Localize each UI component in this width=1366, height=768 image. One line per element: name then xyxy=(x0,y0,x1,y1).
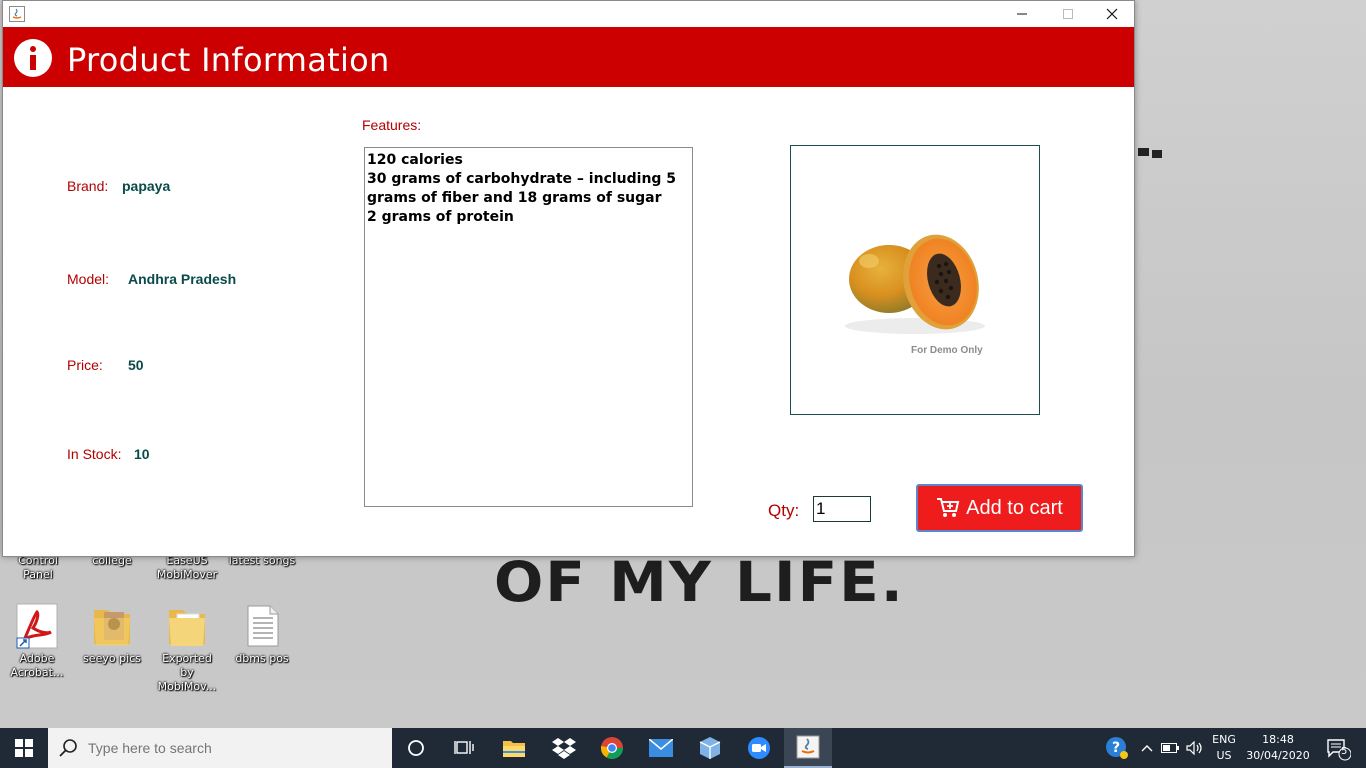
java-app-button[interactable] xyxy=(784,728,832,768)
video-icon xyxy=(748,737,770,759)
features-textarea[interactable]: 120 calories 30 grams of carbohydrate – … xyxy=(364,147,693,507)
desktop-icon-label: Exported by MobiMov... xyxy=(157,652,217,693)
java-icon xyxy=(796,735,820,759)
text-file-icon xyxy=(238,602,286,650)
page-title: Product Information xyxy=(67,41,390,79)
qty-input[interactable] xyxy=(813,496,871,522)
price-label: Price: xyxy=(67,357,103,373)
stock-value: 10 xyxy=(134,446,150,462)
notification-count: 5 xyxy=(1341,746,1348,757)
chrome-button[interactable] xyxy=(588,728,636,768)
header-banner: Product Information xyxy=(3,27,1134,87)
language-indicator[interactable]: ENG US xyxy=(1208,732,1240,764)
virtualbox-button[interactable] xyxy=(686,728,734,768)
maximize-icon xyxy=(1063,9,1073,19)
windows-icon xyxy=(15,739,33,757)
close-icon xyxy=(1106,8,1118,20)
search-input[interactable] xyxy=(88,740,368,756)
model-label: Model: xyxy=(67,271,110,287)
features-label: Features: xyxy=(362,117,422,133)
desktop-icon-exported[interactable]: Exported by MobiMov... xyxy=(151,602,223,694)
info-icon xyxy=(13,38,53,78)
chevron-up-icon xyxy=(1141,745,1153,752)
desktop-icon-control-panel[interactable]: Control Panel xyxy=(2,554,74,582)
chrome-icon xyxy=(601,737,623,759)
stock-label: In Stock: xyxy=(67,446,122,462)
action-center-button[interactable]: 5 xyxy=(1318,728,1358,768)
image-caption: For Demo Only xyxy=(911,345,983,356)
desktop-icon-seeyo-pics[interactable]: seeyo pics xyxy=(76,602,148,666)
product-image: For Demo Only xyxy=(790,145,1040,415)
product-window: Product Information Brand: papaya Model:… xyxy=(2,0,1135,557)
show-hidden-icons-button[interactable] xyxy=(1136,728,1158,768)
folder-icon xyxy=(163,602,211,650)
java-icon xyxy=(9,6,25,22)
qty-label: Qty: xyxy=(768,501,800,520)
language-code: ENG xyxy=(1212,733,1236,746)
zoom-button[interactable] xyxy=(735,728,783,768)
maximize-button[interactable] xyxy=(1045,1,1091,27)
desktop-icon-label: EaseUS MobiMover xyxy=(156,554,218,581)
cart-icon xyxy=(937,498,960,517)
minimize-button[interactable] xyxy=(999,1,1045,27)
task-view-button[interactable] xyxy=(440,728,488,768)
volume-button[interactable] xyxy=(1182,728,1208,768)
desktop-icon-easeus[interactable]: EaseUS MobiMover xyxy=(151,554,223,582)
wallpaper-text: OF MY LIFE. xyxy=(494,549,905,615)
title-bar[interactable] xyxy=(3,1,1134,27)
search-icon xyxy=(59,739,77,757)
start-button[interactable] xyxy=(0,728,48,768)
clock-time: 18:48 xyxy=(1262,733,1294,746)
battery-button[interactable] xyxy=(1158,728,1182,768)
add-to-cart-label: Add to cart xyxy=(966,496,1063,519)
help-button[interactable]: ? xyxy=(1100,728,1134,768)
price-value: 50 xyxy=(128,357,144,373)
svg-text:?: ? xyxy=(1112,740,1120,756)
papaya-image xyxy=(845,234,985,334)
region-code: US xyxy=(1216,749,1232,762)
desktop-icon-label: seeyo pics xyxy=(83,652,141,665)
add-to-cart-button[interactable]: Add to cart xyxy=(916,484,1083,532)
cortana-button[interactable] xyxy=(392,728,440,768)
desktop-icon-label: dbms pos xyxy=(235,652,289,665)
file-explorer-button[interactable] xyxy=(490,728,538,768)
dropbox-button[interactable] xyxy=(540,728,588,768)
clock-date: 30/04/2020 xyxy=(1246,749,1310,762)
model-value: Andhra Pradesh xyxy=(128,271,237,287)
battery-icon xyxy=(1161,743,1179,753)
taskbar: ? ENG US 18:48 30/04/2020 5 xyxy=(0,728,1366,768)
wallpaper-mark xyxy=(1138,146,1166,158)
dropbox-icon xyxy=(552,738,576,759)
taskbar-search[interactable] xyxy=(48,728,392,768)
speaker-icon xyxy=(1186,741,1202,755)
folder-icon xyxy=(503,741,525,757)
acrobat-icon xyxy=(13,602,61,650)
mail-button[interactable] xyxy=(637,728,685,768)
desktop-icon-label: Control Panel xyxy=(18,554,58,581)
minimize-icon xyxy=(1017,13,1027,15)
task-view-icon xyxy=(454,741,474,754)
desktop-icon-adobe-acrobat[interactable]: Adobe Acrobat... xyxy=(1,602,73,680)
brand-value: papaya xyxy=(122,178,171,194)
help-icon: ? xyxy=(1106,737,1128,759)
folder-icon xyxy=(88,602,136,650)
desktop-icon-label: Adobe Acrobat... xyxy=(10,652,64,679)
brand-label: Brand: xyxy=(67,178,109,194)
desktop-icon-dbms-pos[interactable]: dbms pos xyxy=(226,602,298,666)
cortana-icon xyxy=(408,740,424,756)
clock[interactable]: 18:48 30/04/2020 xyxy=(1240,732,1316,764)
mail-icon xyxy=(649,739,673,757)
close-button[interactable] xyxy=(1089,1,1135,27)
cube-icon xyxy=(699,737,721,759)
